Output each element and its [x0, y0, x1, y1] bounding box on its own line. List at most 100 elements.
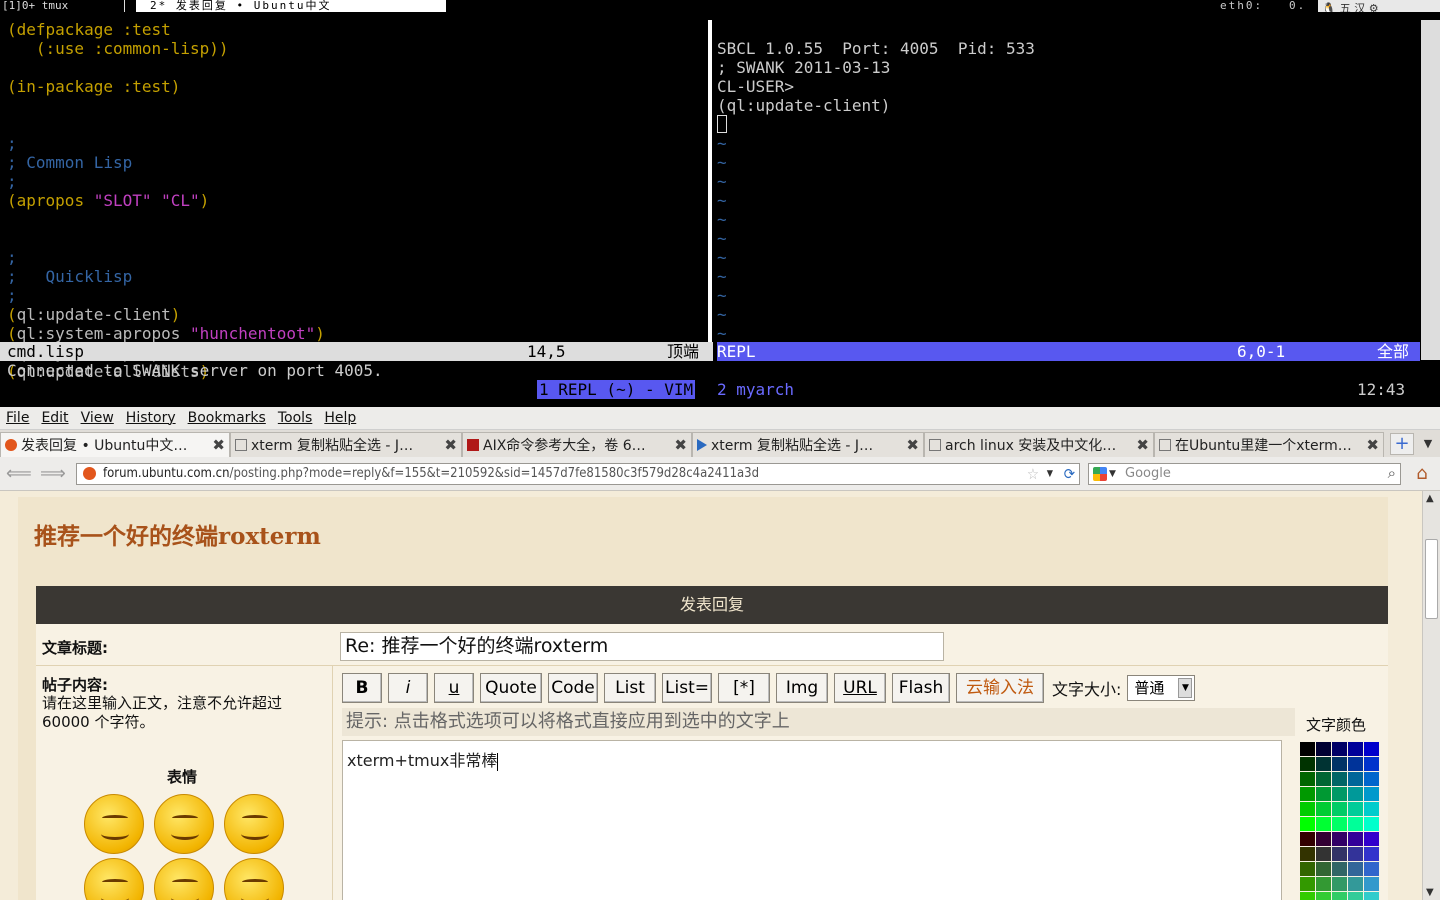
browser-tab[interactable]: xterm 复制粘贴全选 - J… ✖	[230, 432, 462, 457]
color-swatch[interactable]	[1300, 847, 1315, 861]
code-button[interactable]: Code	[548, 673, 598, 703]
color-swatch[interactable]	[1332, 832, 1347, 846]
color-swatch[interactable]	[1348, 817, 1363, 831]
font-size-select[interactable]: 普通 ▼	[1127, 675, 1196, 701]
list-item-button[interactable]: [*]	[718, 673, 770, 703]
code-line[interactable]: ; Common Lisp	[7, 153, 707, 172]
color-swatch[interactable]	[1364, 877, 1379, 891]
color-swatch[interactable]	[1316, 787, 1331, 801]
code-line[interactable]: ; Quicklisp	[7, 267, 707, 286]
browser-tab[interactable]: xterm 复制粘贴全选 - J… ✖	[692, 432, 924, 457]
color-swatch[interactable]	[1316, 817, 1331, 831]
smirk-emoticon-icon[interactable]	[224, 794, 284, 854]
color-swatch[interactable]	[1300, 892, 1315, 900]
color-swatch[interactable]	[1300, 742, 1315, 756]
code-line[interactable]	[7, 229, 707, 248]
browser-tab[interactable]: 发表回复 • Ubuntu中文… ✖	[0, 432, 230, 457]
big-laugh-emoticon-icon[interactable]	[154, 858, 214, 900]
color-swatch[interactable]	[1364, 817, 1379, 831]
code-line[interactable]: ;	[7, 134, 707, 153]
code-line[interactable]: ;	[7, 172, 707, 191]
color-swatch[interactable]	[1332, 892, 1347, 900]
page-scrollbar[interactable]: ▲ ▼	[1422, 491, 1440, 900]
cloud-ime-button[interactable]: 云输入法	[956, 673, 1044, 703]
tab-close-icon[interactable]: ✖	[444, 436, 457, 454]
color-swatch[interactable]	[1332, 877, 1347, 891]
color-swatch[interactable]	[1364, 832, 1379, 846]
code-line[interactable]	[7, 96, 707, 115]
url-bar[interactable]: forum.ubuntu.com.cn/posting.php?mode=rep…	[76, 463, 1080, 485]
code-line[interactable]: (ql:update-client)	[7, 305, 707, 324]
color-swatch[interactable]	[1300, 817, 1315, 831]
new-tab-plus-icon[interactable]: +	[1390, 433, 1414, 455]
tab-list-dropdown-icon[interactable]: ▼	[1418, 433, 1438, 455]
code-line[interactable]: ;	[7, 248, 707, 267]
bookmark-star-icon[interactable]: ☆	[1027, 464, 1039, 484]
menu-edit[interactable]: Edit	[35, 410, 74, 426]
tmux-window-1[interactable]: 1 REPL (~) - VIM	[537, 380, 696, 399]
subject-input[interactable]: Re: 推荐一个好的终端roxterm	[340, 632, 944, 661]
tab-close-icon[interactable]: ✖	[906, 436, 919, 454]
url-history-dropdown-icon[interactable]: ▼	[1047, 464, 1053, 484]
vim-left-pane[interactable]: (defpackage :test (:use :common-lisp)) (i…	[7, 20, 707, 381]
menu-view[interactable]: View	[75, 410, 120, 426]
color-swatch[interactable]	[1316, 802, 1331, 816]
tongue-emoticon-icon[interactable]	[154, 794, 214, 854]
color-swatch[interactable]	[1332, 787, 1347, 801]
code-line[interactable]: (in-package :test)	[7, 77, 707, 96]
repl-cursor-line[interactable]	[717, 115, 1427, 134]
browser-tab[interactable]: arch linux 安装及中文化… ✖	[924, 432, 1154, 457]
color-swatch[interactable]	[1316, 742, 1331, 756]
color-swatch[interactable]	[1332, 847, 1347, 861]
color-swatch[interactable]	[1364, 787, 1379, 801]
color-swatch[interactable]	[1316, 847, 1331, 861]
engine-dropdown-icon[interactable]: ▼	[1109, 464, 1116, 484]
menu-bookmarks[interactable]: Bookmarks	[182, 410, 272, 426]
home-icon[interactable]: ⌂	[1410, 463, 1434, 485]
code-line[interactable]: (ql:system-apropos "hunchentoot")	[7, 324, 707, 343]
color-swatch[interactable]	[1348, 772, 1363, 786]
color-swatch[interactable]	[1348, 892, 1363, 900]
sweat-emoticon-icon[interactable]	[224, 858, 284, 900]
code-line[interactable]	[7, 210, 707, 229]
code-line[interactable]: (defpackage :test	[7, 20, 707, 39]
list-button[interactable]: List	[604, 673, 656, 703]
repl-line[interactable]: ; SWANK 2011-03-13	[717, 58, 1427, 77]
color-swatch[interactable]	[1300, 862, 1315, 876]
code-line[interactable]: (apropos "SLOT" "CL")	[7, 191, 707, 210]
tmux-window-2[interactable]: 2 myarch	[717, 380, 794, 399]
terminal-scrollbar[interactable]	[1421, 20, 1440, 360]
color-swatch[interactable]	[1332, 772, 1347, 786]
color-swatch[interactable]	[1348, 787, 1363, 801]
forward-button[interactable]: ⟹	[40, 463, 66, 485]
bold-button[interactable]: B	[342, 673, 382, 703]
color-swatch[interactable]	[1348, 847, 1363, 861]
repl-line[interactable]: SBCL 1.0.55 Port: 4005 Pid: 533	[717, 39, 1427, 58]
laugh-emoticon-icon[interactable]	[84, 858, 144, 900]
scroll-up-icon[interactable]: ▲	[1426, 493, 1434, 504]
color-swatch[interactable]	[1316, 877, 1331, 891]
color-swatch[interactable]	[1348, 757, 1363, 771]
search-bar[interactable]: ▼ Google ⌕	[1088, 463, 1401, 485]
color-swatch[interactable]	[1348, 832, 1363, 846]
color-swatch[interactable]	[1364, 847, 1379, 861]
tab-close-icon[interactable]: ✖	[1136, 436, 1149, 454]
vim-repl-pane[interactable]: SBCL 1.0.55 Port: 4005 Pid: 533; SWANK 2…	[717, 39, 1427, 343]
menu-file[interactable]: File	[0, 410, 35, 426]
color-swatch[interactable]	[1332, 862, 1347, 876]
repl-line[interactable]: (ql:update-client)	[717, 96, 1427, 115]
color-swatch[interactable]	[1364, 742, 1379, 756]
color-swatch[interactable]	[1364, 862, 1379, 876]
color-swatch[interactable]	[1332, 742, 1347, 756]
color-swatch[interactable]	[1348, 742, 1363, 756]
search-icon[interactable]: ⌕	[1388, 463, 1396, 483]
color-swatch[interactable]	[1300, 802, 1315, 816]
menu-history[interactable]: History	[120, 410, 182, 426]
tab-close-icon[interactable]: ✖	[1366, 436, 1379, 454]
color-swatch[interactable]	[1300, 772, 1315, 786]
menu-help[interactable]: Help	[318, 410, 362, 426]
repl-line[interactable]: CL-USER>	[717, 77, 1427, 96]
url-button[interactable]: URL	[834, 673, 886, 703]
color-swatch[interactable]	[1348, 862, 1363, 876]
color-swatch[interactable]	[1300, 832, 1315, 846]
